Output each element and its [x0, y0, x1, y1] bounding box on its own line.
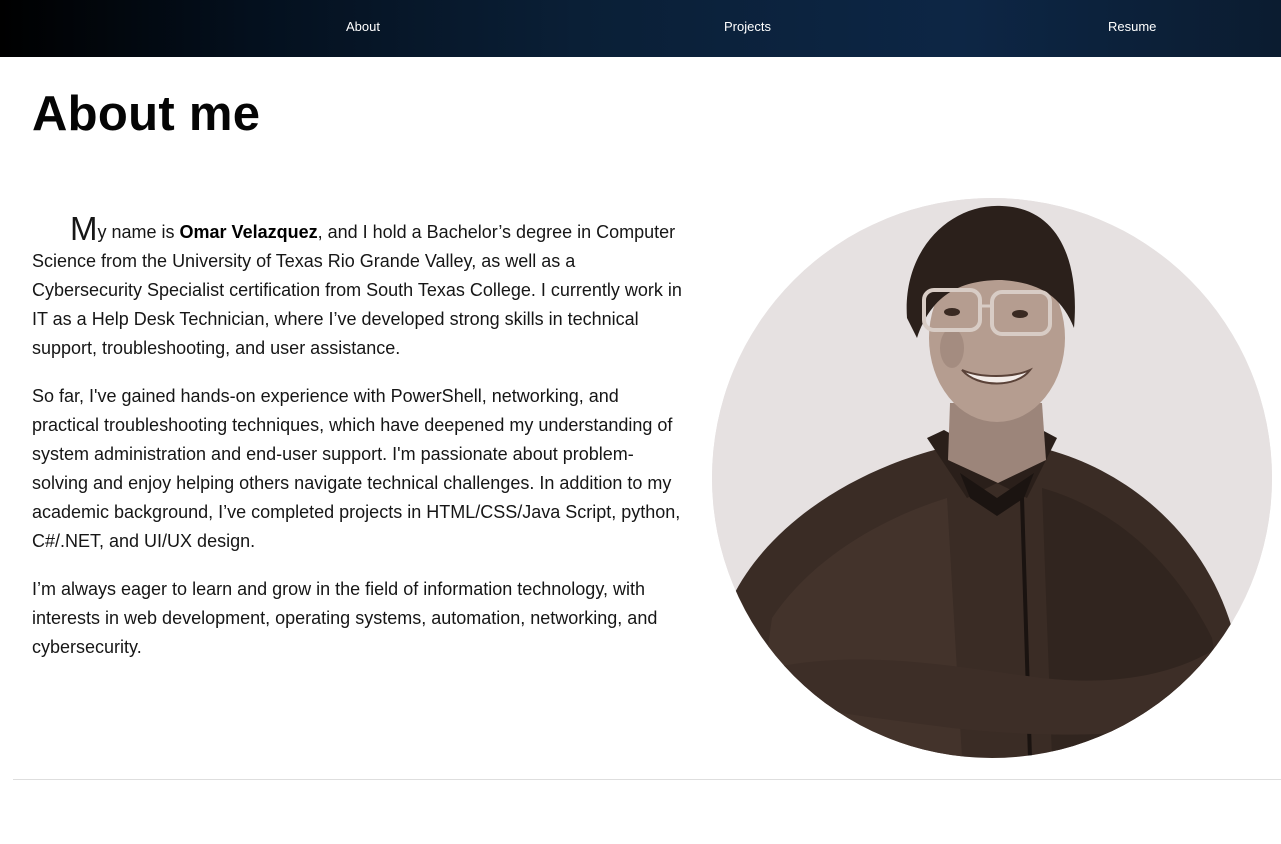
about-paragraph-1: My name is Omar Velazquez, and I hold a …	[32, 212, 682, 363]
profile-photo	[712, 198, 1272, 758]
top-navbar: About Projects Resume	[0, 0, 1281, 57]
about-p1-lead: y name is	[97, 222, 180, 242]
author-name: Omar Velazquez	[179, 222, 318, 242]
nav-link-projects[interactable]: Projects	[724, 19, 771, 34]
section-divider	[13, 779, 1281, 780]
page-title: About me	[32, 87, 261, 141]
portrait-illustration	[712, 198, 1272, 758]
about-p1-rest: , and I hold a Bachelor’s degree in Comp…	[32, 222, 682, 358]
about-paragraph-3: I’m always eager to learn and grow in th…	[32, 579, 658, 657]
about-section: My name is Omar Velazquez, and I hold a …	[32, 212, 682, 681]
nav-link-resume[interactable]: Resume	[1108, 19, 1156, 34]
about-paragraph-2: So far, I've gained hands-on experience …	[32, 386, 681, 551]
nav-link-about[interactable]: About	[346, 19, 380, 34]
drop-cap: M	[70, 210, 98, 247]
